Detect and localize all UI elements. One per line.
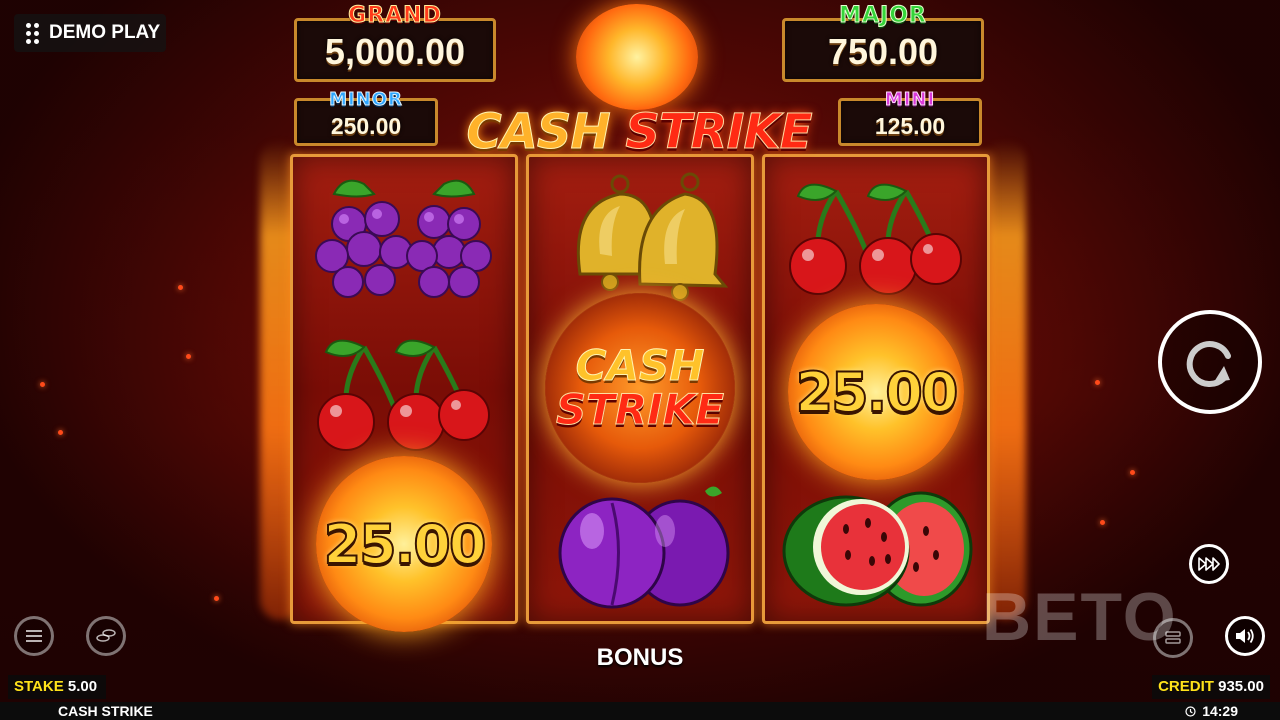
game-name: CASH STRIKE (58, 703, 153, 719)
spark (214, 596, 219, 601)
cash-strike-line2: STRIKE (555, 385, 725, 434)
jackpot-grand: GRAND 5,000.00 (294, 3, 496, 82)
symbol-cherries (765, 161, 987, 311)
cherries-icon (789, 183, 962, 295)
turbo-button[interactable] (1189, 544, 1229, 584)
watermelon-icon (782, 491, 973, 607)
reel-3: 25.00 (762, 154, 990, 624)
coin-value: 25.00 (323, 512, 488, 577)
symbol-cash-strike: CASH STRIKE (529, 293, 751, 483)
spark (58, 430, 63, 435)
credit-label: CREDIT (1158, 678, 1214, 695)
jackpot-mini-label: MINI (884, 89, 936, 111)
sun-emblem-icon (576, 4, 698, 110)
demo-play-badge[interactable]: DEMO PLAY (14, 14, 166, 52)
stake-button[interactable] (86, 616, 126, 656)
bonus-label: BONUS (596, 644, 684, 671)
spin-arrow-icon (1186, 341, 1231, 387)
speaker-icon (1236, 628, 1254, 644)
cherries-icon (317, 339, 490, 451)
jackpot-major-label: MAJOR (839, 3, 927, 29)
jackpot-major-value: 750.00 (827, 31, 939, 72)
grapes-icon (315, 179, 492, 298)
jackpot-grand-label: GRAND (348, 3, 442, 29)
demo-play-label: DEMO PLAY (49, 22, 161, 43)
symbol-cherries (293, 317, 515, 467)
fast-forward-icon (1198, 557, 1220, 571)
sun-coin-icon: 25.00 (316, 456, 492, 632)
symbol-watermelon (765, 471, 987, 621)
menu-button[interactable] (14, 616, 54, 656)
jackpot-minor: MINOR 250.00 (294, 89, 438, 146)
reel-1: 25.00 (290, 154, 518, 632)
symbol-bells (529, 159, 751, 309)
reel-2: CASH STRIKE (526, 154, 754, 624)
spark (1130, 470, 1135, 475)
bottom-status-bar: CASH STRIKE 14:29 (0, 702, 1280, 720)
credit-display: CREDIT 935.00 (1152, 675, 1270, 699)
spark (1095, 380, 1100, 385)
clock-icon (1185, 705, 1196, 717)
spin-button[interactable] (1158, 310, 1262, 414)
logo-cash: CASH (466, 104, 611, 161)
clock-time: 14:29 (1202, 703, 1238, 719)
clock: 14:29 (1185, 702, 1238, 720)
bells-icon (576, 172, 729, 301)
spark (186, 354, 191, 359)
jackpot-mini: MINI 125.00 (838, 89, 982, 146)
coins-icon (96, 629, 116, 642)
stake-display: STAKE 5.00 (8, 675, 106, 699)
symbol-grapes (293, 159, 515, 309)
symbol-coin: 25.00 (765, 304, 987, 480)
sound-button[interactable] (1225, 616, 1265, 656)
jackpot-major: MAJOR 750.00 (782, 3, 984, 82)
game-logo: CASH STRIKE (444, 104, 834, 161)
credit-value: 935.00 (1218, 678, 1264, 695)
beto-watermark: BETO (982, 579, 1178, 655)
menu-dots-icon (26, 22, 39, 44)
sun-coin-icon: 25.00 (788, 304, 964, 480)
cash-strike-coin-icon: CASH STRIKE (545, 293, 735, 483)
plums-icon (558, 486, 730, 609)
spark (178, 285, 183, 290)
logo-strike: STRIKE (625, 104, 813, 161)
stake-label: STAKE (14, 678, 64, 695)
symbol-plums (529, 471, 751, 621)
coin-value: 25.00 (795, 360, 960, 425)
fire-right (986, 140, 1026, 620)
jackpot-minor-label: MINOR (329, 89, 403, 111)
symbol-coin: 25.00 (293, 456, 515, 632)
cash-strike-line1: CASH (575, 341, 705, 390)
spark (1100, 520, 1105, 525)
spark (40, 382, 45, 387)
jackpot-grand-value: 5,000.00 (324, 31, 466, 72)
hamburger-icon (26, 630, 42, 642)
stake-value: 5.00 (67, 678, 98, 695)
